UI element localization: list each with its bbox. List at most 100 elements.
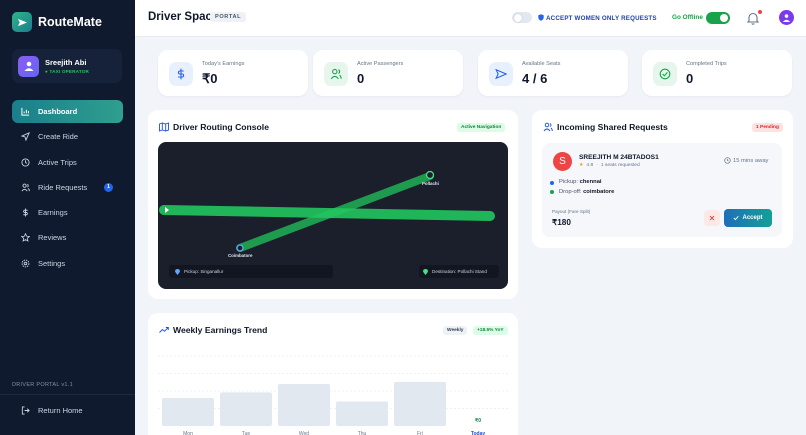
- stat-label: Available Seats: [522, 61, 561, 67]
- requester-rating: 4.8: [586, 162, 594, 168]
- sidebar: RouteMate Sreejith Abi ● TAXI OPERATOR D…: [0, 0, 135, 435]
- send-icon: [21, 132, 30, 142]
- stat-label: Completed Trips: [686, 61, 727, 67]
- profile-card[interactable]: Sreejith Abi ● TAXI OPERATOR: [12, 49, 122, 83]
- sidebar-item-earnings[interactable]: Earnings: [12, 201, 123, 224]
- notification-dot: [758, 10, 762, 14]
- map-label-pollachi: Pollachi: [422, 181, 439, 186]
- sidebar-item-label: Ride Requests: [38, 182, 88, 192]
- star-icon: ★: [579, 163, 584, 168]
- user-avatar[interactable]: [779, 10, 794, 25]
- sidebar-item-reviews[interactable]: Reviews: [12, 226, 123, 249]
- women-only-toggle[interactable]: [512, 12, 532, 23]
- bar-chart-icon: [21, 107, 30, 116]
- pickup-location: Pickup: Singanallur: [169, 265, 333, 278]
- page-title: Driver Space: [148, 11, 219, 23]
- sidebar-nav: Dashboard Create Ride Active Trips Ride …: [12, 100, 123, 277]
- chart-bar-thu: [336, 401, 388, 426]
- payout-value: ₹180: [552, 218, 571, 227]
- dropoff-line: Drop-off: coimbatore: [559, 189, 615, 195]
- requester-meta: ★ 4.8 · 1 seats requested: [579, 162, 640, 169]
- sidebar-divider: [0, 394, 135, 395]
- go-offline-label: Go Offline: [672, 14, 703, 21]
- routing-console-title: Driver Routing Console: [173, 122, 269, 132]
- ride-request-card[interactable]: S SREEJITH M 24BTADOS1 ★ 4.8 · 1 seats r…: [542, 143, 782, 237]
- sidebar-item-settings[interactable]: Settings: [12, 252, 123, 275]
- destination-location: Destination: Pollachi Stand: [419, 265, 499, 278]
- stat-card-active-passengers: Active Passengers 0: [313, 50, 463, 96]
- profile-name: Sreejith Abi: [45, 58, 87, 67]
- stat-value: 0: [357, 71, 365, 86]
- stat-value: 4 / 6: [522, 71, 548, 86]
- stat-label: Active Passengers: [357, 61, 404, 67]
- logout-icon: [21, 405, 30, 415]
- stat-value: ₹0: [202, 71, 218, 86]
- users-icon: [324, 62, 348, 86]
- pickup-dot: [550, 181, 554, 185]
- chart-bar-fri: [394, 381, 446, 426]
- pickup-line: Pickup: chennai: [559, 179, 602, 185]
- seats-requested: 1 seats requested: [600, 162, 640, 168]
- portal-version: DRIVER PORTAL v1.1: [12, 382, 73, 388]
- chart-bar-mon: [162, 398, 214, 426]
- active-navigation-badge: Active Navigation: [457, 123, 506, 132]
- return-home-label: Return Home: [38, 405, 83, 415]
- users-icon: [543, 122, 553, 132]
- sidebar-item-dashboard[interactable]: Dashboard: [12, 100, 123, 123]
- chart-bar-wed: [278, 384, 330, 426]
- incoming-requests-title: Incoming Shared Requests: [557, 122, 668, 132]
- clock-icon: [724, 157, 731, 164]
- shield-icon: [538, 14, 544, 21]
- brand-logo-icon: [12, 12, 32, 32]
- x-tick-label: Fri: [417, 431, 423, 435]
- eta: 15 mins away: [724, 157, 768, 164]
- x-tick-label: Mon: [183, 431, 193, 435]
- stat-value: 0: [686, 71, 694, 86]
- users-icon: [21, 183, 30, 192]
- stat-label: Today's Earnings: [202, 61, 245, 67]
- x-tick-label: Thu: [358, 431, 367, 435]
- avatar: [18, 55, 39, 77]
- check-circle-icon: [653, 62, 677, 86]
- payout-label: Payout (Fare Split): [552, 209, 591, 214]
- weekly-filter-badge[interactable]: Weekly: [443, 326, 468, 335]
- women-only-label: ACCEPT WOMEN ONLY REQUESTS: [538, 14, 657, 22]
- clock-icon: [21, 158, 30, 167]
- sidebar-item-label: Settings: [38, 258, 66, 268]
- online-status-toggle[interactable]: [706, 12, 730, 24]
- brand-name: RouteMate: [38, 15, 102, 29]
- close-icon: ✕: [708, 213, 716, 223]
- sidebar-item-label: Earnings: [38, 208, 68, 218]
- sidebar-item-label: Create Ride: [38, 132, 79, 142]
- pin-icon: [423, 268, 428, 275]
- x-tick-label: Tue: [242, 431, 251, 435]
- portal-tag: PORTAL: [210, 12, 247, 22]
- dollar-icon: [169, 62, 193, 86]
- sidebar-item-label: Reviews: [38, 233, 67, 243]
- avatar: S: [553, 152, 572, 171]
- stat-card-completed-trips: Completed Trips 0: [642, 50, 792, 96]
- sidebar-item-ride-requests[interactable]: Ride Requests 1: [12, 176, 123, 199]
- dollar-icon: [21, 208, 30, 217]
- route-map[interactable]: Pollachi Coimbatore Pickup: Singanallur …: [158, 142, 508, 289]
- gear-icon: [21, 259, 30, 268]
- x-tick-label: Today: [471, 431, 486, 435]
- return-home-button[interactable]: Return Home: [12, 400, 123, 420]
- pin-icon: [175, 268, 180, 275]
- accept-button[interactable]: Accept: [724, 209, 772, 227]
- stat-card-todays-earnings: Today's Earnings ₹0: [158, 50, 308, 96]
- data-label: ₹0: [475, 418, 481, 424]
- sidebar-item-label: Active Trips: [38, 157, 77, 167]
- requester-name: SREEJITH M 24BTADOS1: [579, 154, 659, 161]
- sidebar-item-label: Dashboard: [38, 107, 78, 116]
- reject-button[interactable]: ✕: [704, 210, 720, 226]
- map-icon: [159, 122, 169, 132]
- sidebar-item-create-ride[interactable]: Create Ride: [12, 125, 123, 148]
- chart-bar-tue: [220, 392, 272, 426]
- sidebar-item-active-trips[interactable]: Active Trips: [12, 151, 123, 174]
- brand[interactable]: RouteMate: [12, 12, 102, 32]
- weekly-earnings-chart: Mon Tue Wed Thu Fri Today ₹0: [158, 355, 510, 435]
- check-icon: [733, 216, 740, 221]
- weekly-trend-title: Weekly Earnings Trend: [173, 325, 268, 335]
- send-icon: [489, 62, 513, 86]
